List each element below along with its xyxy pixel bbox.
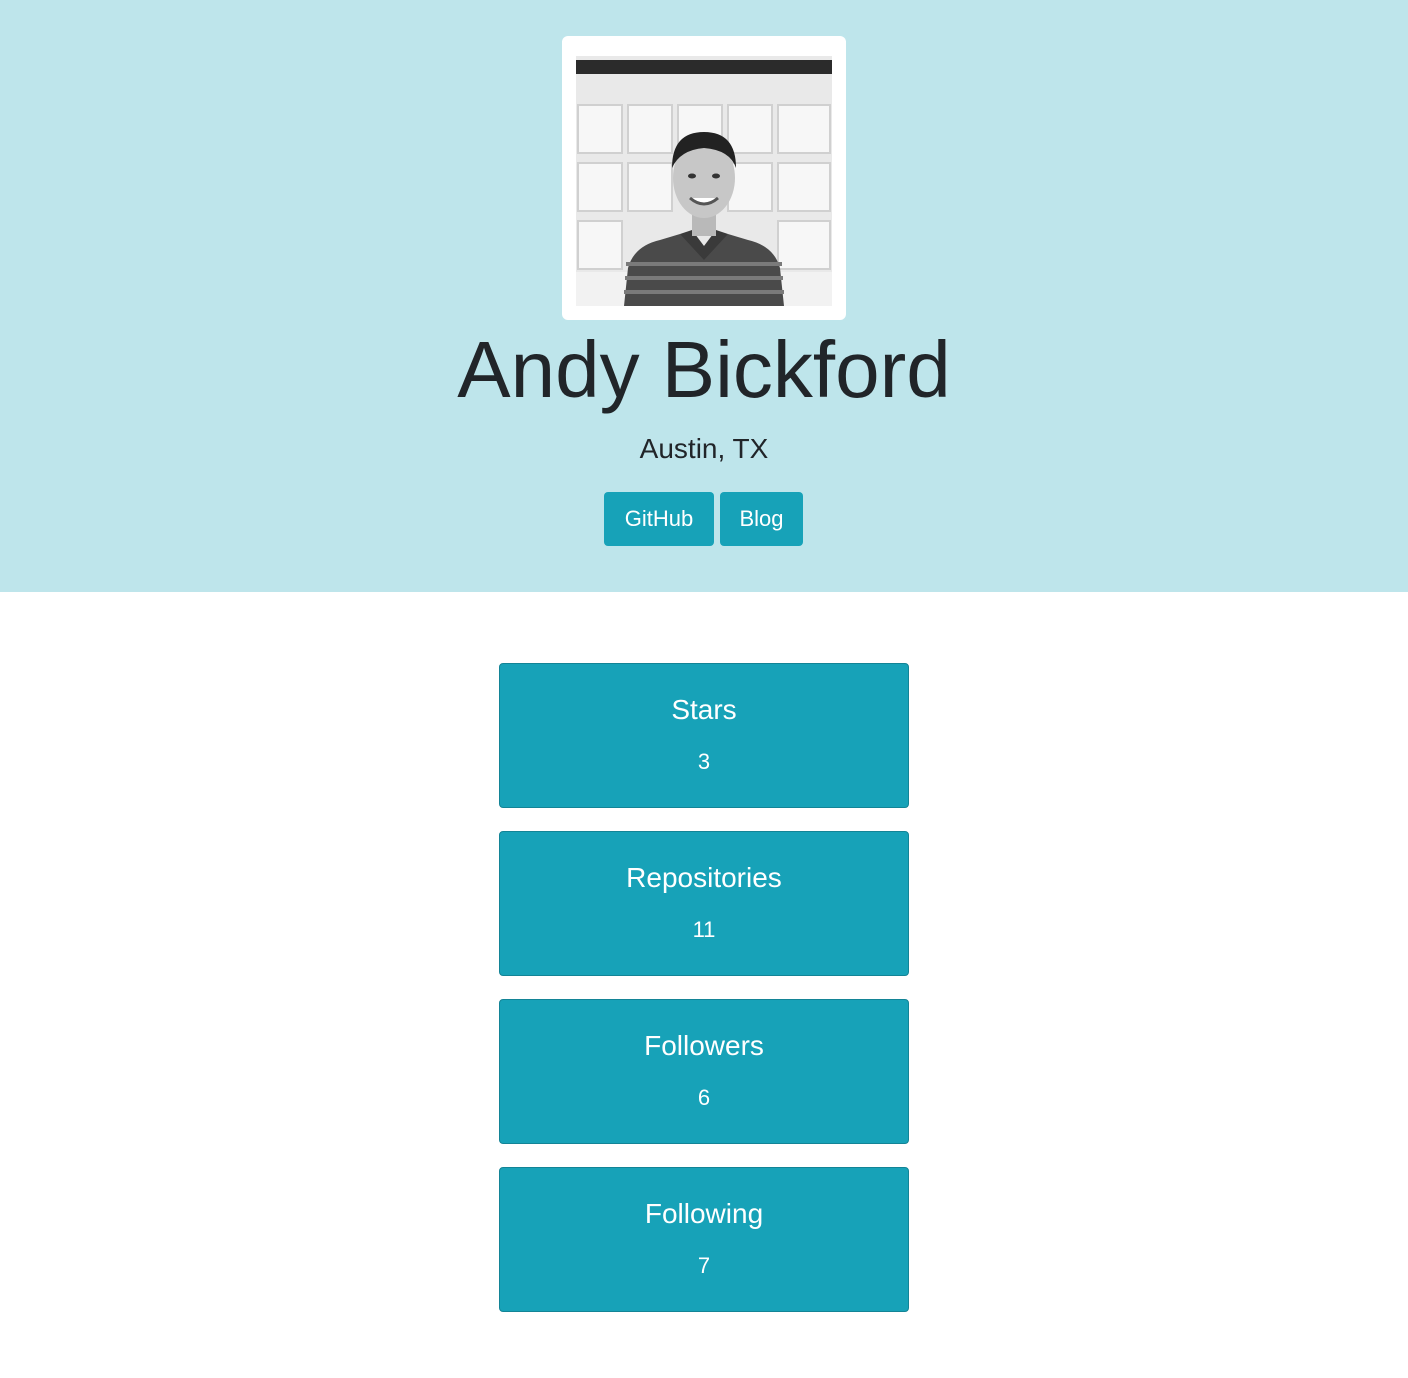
avatar [576, 50, 832, 306]
stat-card-followers: Followers 6 [499, 999, 909, 1144]
github-button[interactable]: GitHub [604, 492, 714, 546]
stat-value: 3 [697, 749, 711, 774]
profile-header: Andy Bickford Austin, TX GitHub Blog [0, 0, 1408, 592]
profile-location: Austin, TX [639, 433, 769, 464]
stat-value: 11 [692, 917, 716, 942]
blog-button[interactable]: Blog [720, 492, 803, 546]
stat-value: 7 [697, 1253, 711, 1278]
stat-label: Following [644, 1198, 764, 1229]
stat-card-repositories: Repositories 11 [499, 831, 909, 976]
stat-card-following: Following 7 [499, 1167, 909, 1312]
stat-value: 6 [697, 1085, 711, 1110]
stat-label: Followers [644, 1030, 764, 1061]
stat-label: Repositories [626, 862, 782, 893]
avatar-frame [562, 36, 846, 320]
profile-name: Andy Bickford [457, 325, 951, 414]
stat-card-stars: Stars 3 [499, 663, 909, 808]
profile-photo-image [576, 50, 832, 306]
stat-label: Stars [671, 694, 737, 725]
